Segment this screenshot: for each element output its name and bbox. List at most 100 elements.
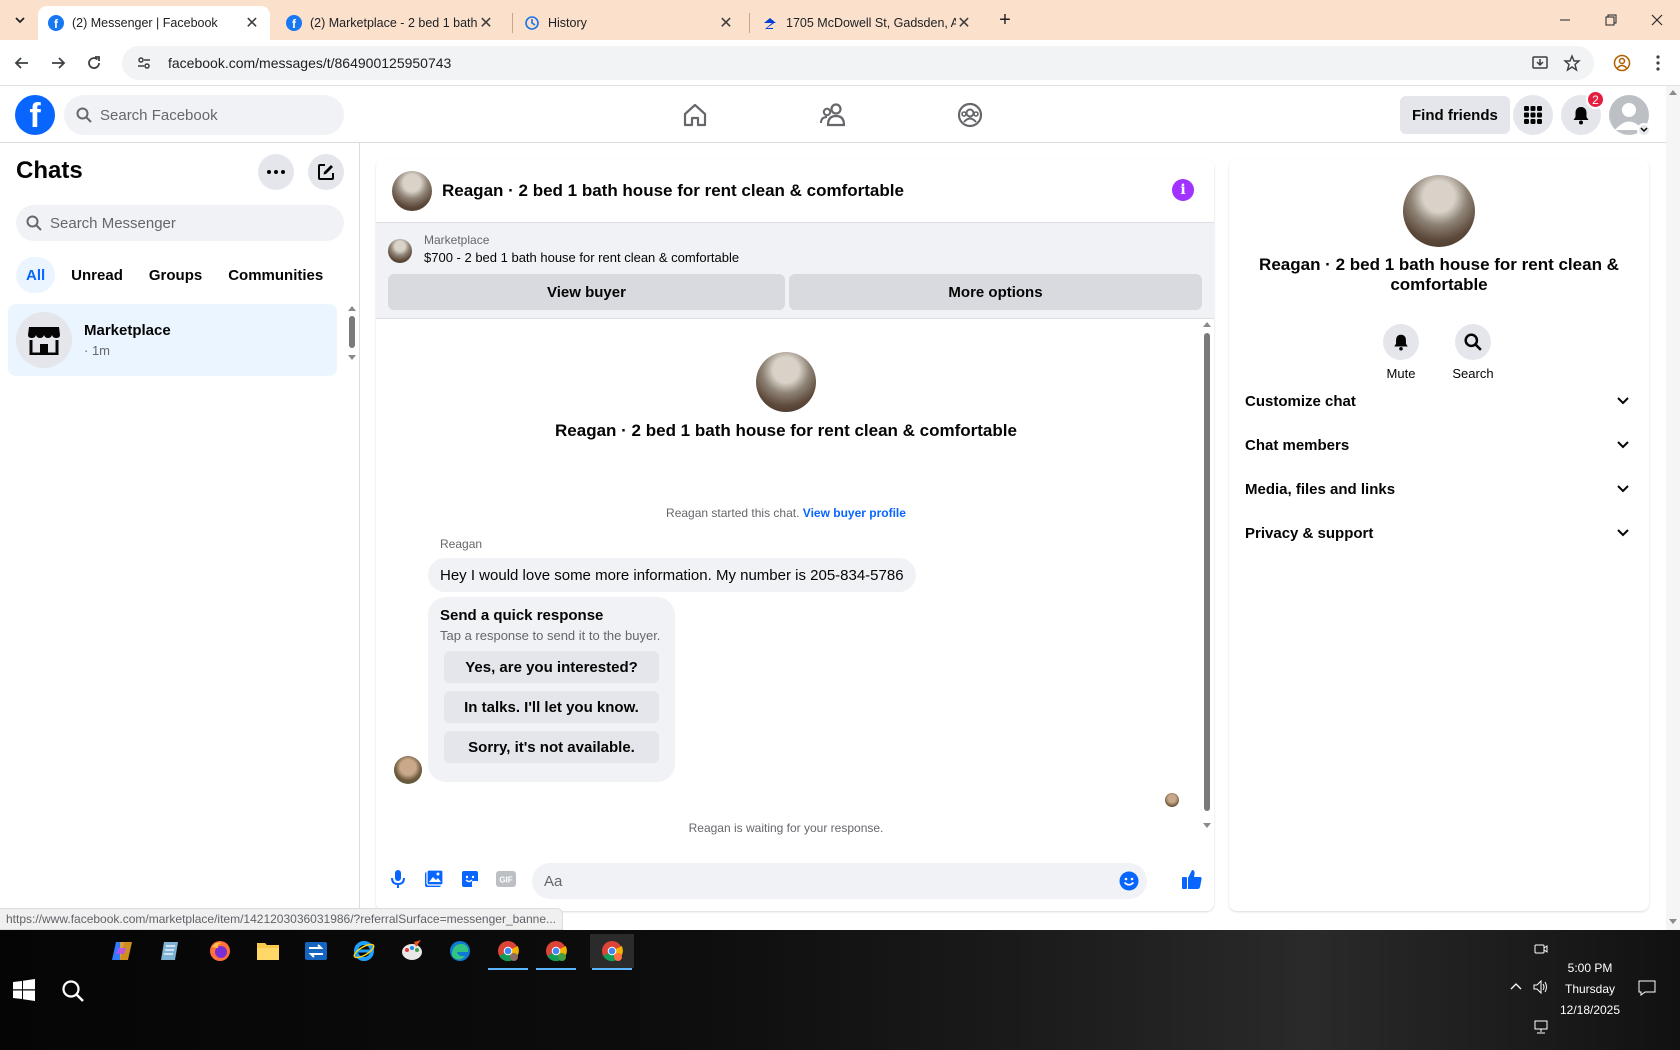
taskbar-chrome-profile-3[interactable] [590, 934, 634, 970]
taskbar-app-blue[interactable] [294, 934, 338, 968]
forward-button[interactable] [44, 49, 72, 77]
quick-response-card: Send a quick response Tap a response to … [428, 597, 675, 782]
gif-icon: GIF [496, 871, 516, 887]
chat-members-section[interactable]: Chat members [1245, 423, 1633, 467]
taskbar-ie[interactable] [342, 934, 386, 968]
close-icon[interactable]: ✕ [478, 13, 494, 33]
minimize-button[interactable] [1542, 0, 1588, 40]
conversation-header: Reagan · 2 bed 1 bath house for rent cle… [376, 159, 1214, 223]
taskbar-chrome-profile-1[interactable] [486, 934, 530, 970]
tab-search-button[interactable] [6, 6, 34, 34]
taskbar-file-explorer[interactable] [246, 934, 290, 968]
install-app-button[interactable] [1526, 49, 1554, 77]
tab-history[interactable]: History ✕ [514, 6, 744, 40]
info-icon[interactable]: i [1172, 179, 1194, 201]
message-input-wrap[interactable] [532, 863, 1147, 899]
notifications-button[interactable]: 2 [1561, 90, 1605, 135]
network-icon[interactable] [1533, 1020, 1549, 1034]
restore-button[interactable] [1588, 0, 1634, 40]
account-avatar[interactable] [1609, 95, 1651, 137]
close-window-button[interactable] [1634, 0, 1680, 40]
facebook-favicon-icon: f [48, 15, 64, 31]
chat-time: · 1m [84, 343, 110, 358]
reload-button[interactable] [80, 49, 108, 77]
attach-media-button[interactable] [422, 867, 446, 891]
customize-chat-section[interactable]: Customize chat [1245, 379, 1633, 423]
taskbar-paint[interactable] [390, 934, 434, 968]
facebook-search[interactable] [64, 95, 344, 135]
tab-messenger[interactable]: f (2) Messenger | Facebook ✕ [38, 6, 270, 40]
grid-menu-icon [1524, 106, 1542, 124]
quick-response-not-available[interactable]: Sorry, it's not available. [444, 731, 659, 763]
back-button[interactable] [8, 49, 36, 77]
nav-groups[interactable] [950, 95, 990, 135]
close-icon[interactable]: ✕ [244, 13, 260, 33]
filter-unread[interactable]: Unread [61, 257, 133, 293]
messenger-search-input[interactable] [50, 214, 330, 232]
more-options-button[interactable]: More options [789, 274, 1202, 310]
marketplace-listing-link[interactable]: Marketplace $700 - 2 bed 1 bath house fo… [388, 233, 739, 265]
mute-button[interactable]: Mute [1371, 324, 1431, 381]
find-friends-button[interactable]: Find friends [1400, 96, 1510, 134]
filter-groups[interactable]: Groups [139, 257, 212, 293]
chevron-up-icon[interactable] [1510, 982, 1522, 990]
chat-item-marketplace[interactable]: Marketplace · 1m [8, 304, 337, 376]
chat-options-button[interactable] [258, 154, 294, 190]
sender-avatar[interactable] [394, 756, 422, 784]
taskbar-notepad[interactable] [148, 934, 192, 968]
new-tab-button[interactable]: + [991, 6, 1019, 34]
bookmark-button[interactable] [1558, 49, 1586, 77]
nav-home[interactable] [675, 95, 715, 135]
taskbar-clock[interactable]: 5:00 PM Thursday 12/18/2025 [1540, 958, 1640, 1021]
taskbar-copilot[interactable] [100, 934, 144, 968]
message-bubble[interactable]: Hey I would love some more information. … [428, 558, 916, 592]
meet-now-icon[interactable] [1534, 942, 1548, 956]
tab-title: History [548, 16, 587, 30]
facebook-logo-icon[interactable]: f [15, 95, 55, 135]
message-input[interactable] [544, 872, 1084, 890]
taskbar-firefox[interactable] [198, 934, 242, 968]
address-bar[interactable]: facebook.com/messages/t/864900125950743 [122, 46, 1594, 80]
voice-clip-button[interactable] [386, 867, 410, 891]
privacy-support-section[interactable]: Privacy & support [1245, 511, 1633, 555]
media-files-links-section[interactable]: Media, files and links [1245, 467, 1633, 511]
search-in-chat-button[interactable]: Search [1443, 324, 1503, 381]
chrome-icon [602, 941, 623, 962]
taskbar-edge[interactable] [438, 934, 482, 968]
close-icon [1651, 14, 1663, 26]
browser-menu-button[interactable] [1644, 49, 1672, 77]
view-buyer-button[interactable]: View buyer [388, 274, 785, 310]
info-title: Reagan · 2 bed 1 bath house for rent cle… [1259, 255, 1619, 294]
send-like-button[interactable] [1180, 867, 1204, 891]
new-message-button[interactable] [308, 154, 344, 190]
nav-friends[interactable] [813, 95, 853, 135]
chevron-down-icon [1617, 485, 1629, 493]
facebook-search-input[interactable] [100, 106, 320, 124]
thumbs-up-icon [1182, 870, 1202, 889]
quick-response-interested[interactable]: Yes, are you interested? [444, 651, 659, 683]
taskbar-chrome-profile-2[interactable] [534, 934, 578, 970]
filter-communities[interactable]: Communities [218, 257, 333, 293]
notification-center-icon[interactable] [1638, 980, 1656, 996]
quick-response-in-talks[interactable]: In talks. I'll let you know. [444, 691, 659, 723]
page-scrollbar[interactable] [1666, 86, 1680, 930]
close-icon[interactable]: ✕ [956, 13, 972, 33]
conversation-title[interactable]: Reagan · 2 bed 1 bath house for rent cle… [442, 181, 904, 201]
view-buyer-profile-link[interactable]: View buyer profile [803, 506, 906, 520]
sticker-button[interactable] [458, 867, 482, 891]
menu-button[interactable] [1513, 95, 1553, 135]
messenger-search[interactable] [16, 205, 344, 241]
gif-button[interactable]: GIF [494, 867, 518, 891]
sidebar-scrollbar[interactable] [344, 303, 360, 363]
start-button[interactable] [12, 978, 36, 1002]
close-icon[interactable]: ✕ [718, 13, 734, 33]
seen-indicator-avatar [1165, 793, 1179, 807]
taskbar-search-button[interactable] [60, 978, 86, 1004]
thread-scrollbar[interactable] [1200, 319, 1214, 839]
listing-thumbnail[interactable] [392, 170, 432, 211]
filter-all[interactable]: All [16, 257, 56, 293]
tab-zillow[interactable]: 1705 McDowell St, Gadsden, AL ✕ [752, 6, 982, 40]
info-avatar[interactable] [1403, 175, 1475, 247]
profile-button[interactable] [1608, 49, 1636, 77]
tab-marketplace[interactable]: f (2) Marketplace - 2 bed 1 bath h ✕ [276, 6, 504, 40]
